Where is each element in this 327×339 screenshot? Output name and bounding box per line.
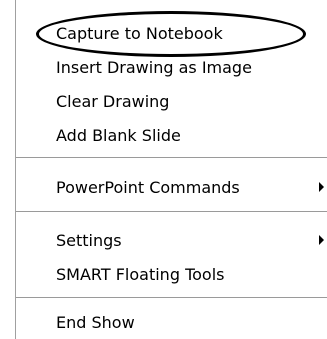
menu-item-powerpoint-commands[interactable]: PowerPoint Commands <box>16 170 327 204</box>
menu-item-label: Settings <box>56 230 122 250</box>
menu-item-label: Insert Drawing as Image <box>56 57 252 77</box>
menu-item-label: SMART Floating Tools <box>56 264 225 284</box>
menu-item-label: Capture to Notebook <box>56 23 223 43</box>
menu-item-capture-to-notebook[interactable]: Capture to Notebook <box>16 16 327 50</box>
menu-item-label: Clear Drawing <box>56 91 170 111</box>
menu-item-label: PowerPoint Commands <box>56 177 240 197</box>
menu-item-add-blank-slide[interactable]: Add Blank Slide <box>16 118 327 152</box>
submenu-arrow-icon <box>319 235 324 245</box>
menu-item-settings[interactable]: Settings <box>16 223 327 257</box>
menu-item-label: End Show <box>56 312 135 332</box>
menu-item-smart-floating-tools[interactable]: SMART Floating Tools <box>16 257 327 291</box>
menu-item-end-show[interactable]: End Show <box>16 305 327 339</box>
menu-separator <box>16 211 327 212</box>
menu-separator <box>16 157 327 158</box>
menu-item-insert-drawing-as-image[interactable]: Insert Drawing as Image <box>16 50 327 84</box>
menu-item-label: Add Blank Slide <box>56 125 181 145</box>
context-menu: Capture to Notebook Insert Drawing as Im… <box>15 0 327 339</box>
submenu-arrow-icon <box>319 182 324 192</box>
menu-item-clear-drawing[interactable]: Clear Drawing <box>16 84 327 118</box>
menu-separator <box>16 297 327 298</box>
